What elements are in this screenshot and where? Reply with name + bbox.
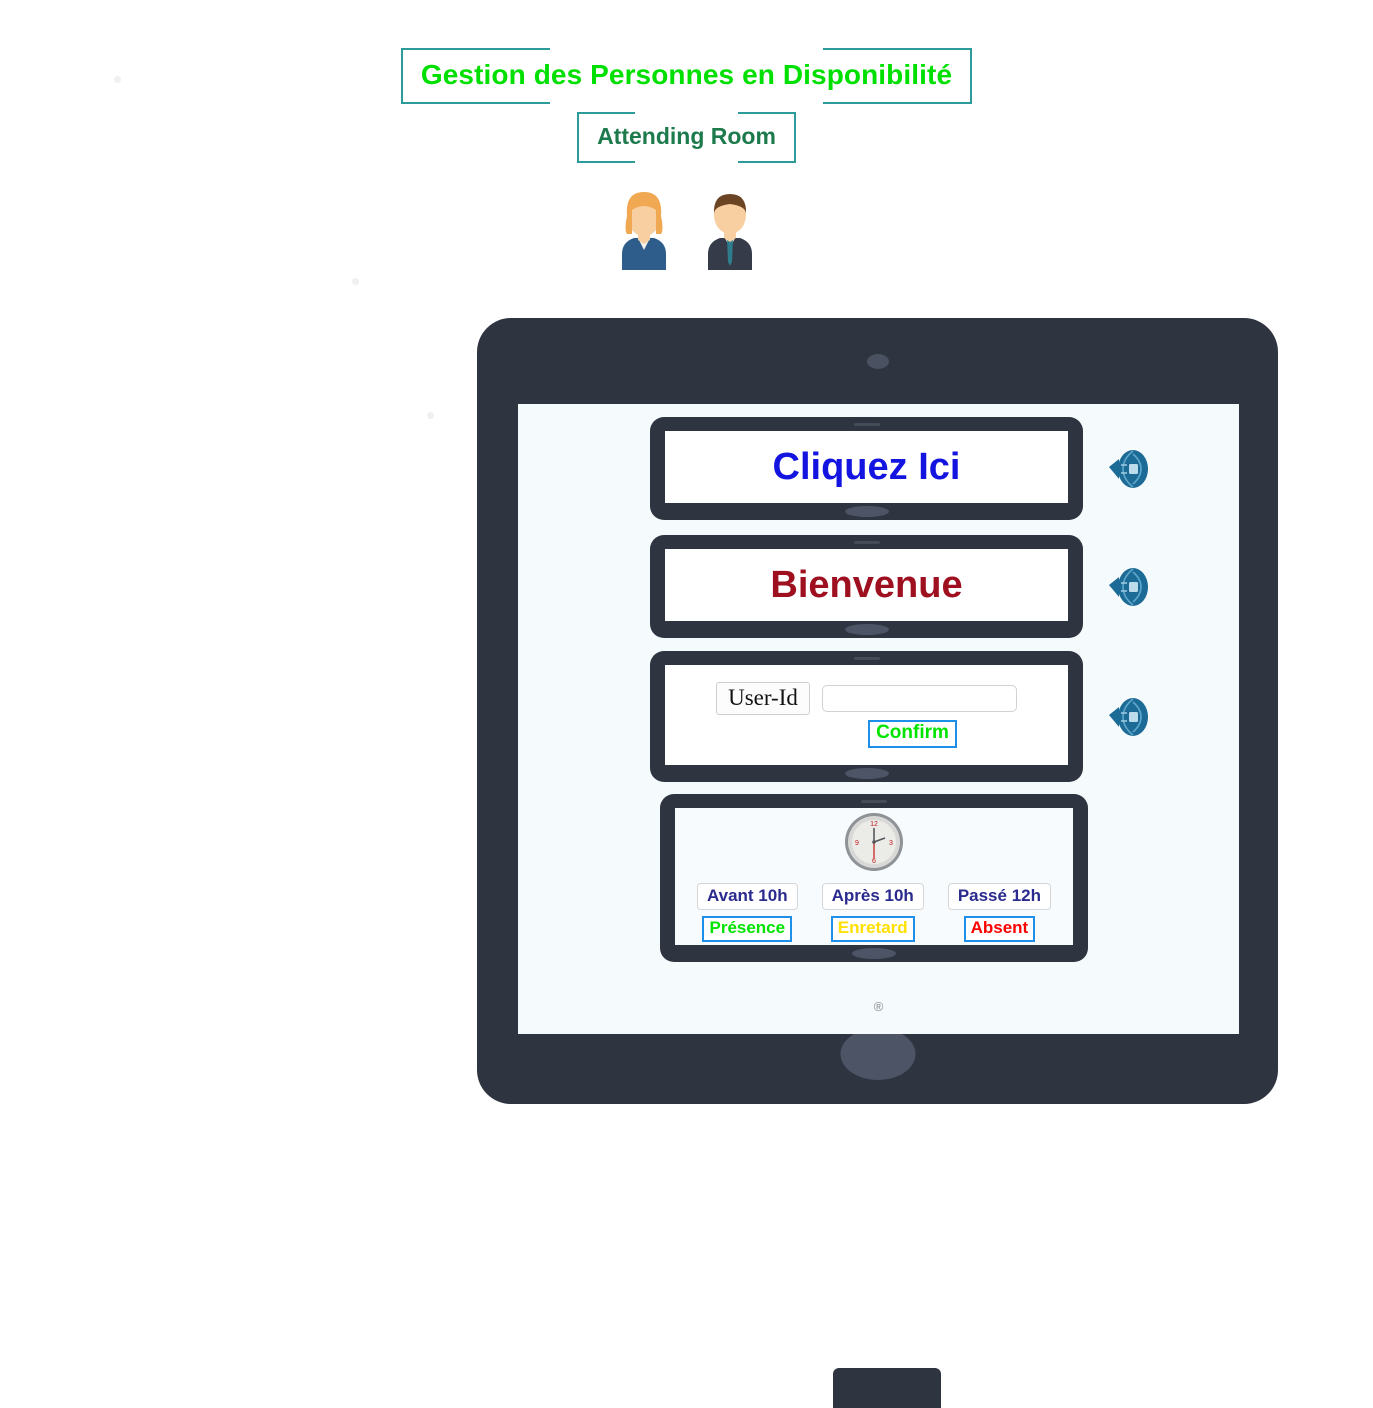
speaker-slit-icon — [853, 541, 880, 544]
bienvenue-label: Bienvenue — [770, 563, 963, 606]
attendance-frame: 12 3 6 9 Avant 10h Présence Après 10h En… — [660, 794, 1088, 962]
home-nub-icon — [844, 768, 889, 779]
userid-label: User-Id — [716, 682, 810, 716]
background-speck — [352, 278, 359, 285]
status-column: Avant 10h Présence — [696, 883, 798, 942]
card-row-login: User-Id Confirm — [650, 651, 1151, 782]
attendance-status-grid: Avant 10h Présence Après 10h Enretard Pa… — [696, 883, 1051, 942]
page-subtitle-box: Attending Room — [577, 111, 796, 164]
page-subtitle-container: Attending Room — [0, 111, 1373, 164]
tablet-camera-icon — [866, 354, 889, 369]
page-title-container: Gestion des Personnes en Disponibilité — [0, 47, 1373, 105]
cliquez-ici-frame[interactable]: Cliquez Ici — [650, 417, 1083, 520]
svg-text:3: 3 — [889, 840, 893, 847]
page-subtitle: Attending Room — [597, 123, 776, 149]
home-nub-icon — [852, 948, 896, 959]
speaker-slit-icon — [861, 800, 887, 803]
tablet-screen: Cliquez Ici Bienvenue User-Id Confirm 12… — [518, 404, 1239, 1034]
card-row-attendance: 12 3 6 9 Avant 10h Présence Après 10h En… — [660, 794, 1088, 962]
time-chip-passe-12h[interactable]: Passé 12h — [947, 883, 1051, 911]
next-device-partial — [833, 1368, 941, 1408]
speaker-slit-icon — [853, 423, 880, 426]
time-chip-avant-10h[interactable]: Avant 10h — [696, 883, 798, 911]
attendance-screen: 12 3 6 9 Avant 10h Présence Après 10h En… — [675, 808, 1073, 945]
home-nub-icon — [844, 624, 889, 635]
registered-trademark-mark: ® — [873, 999, 884, 1014]
confirm-row: Confirm — [776, 720, 957, 748]
cliquez-ici-screen: Cliquez Ici — [665, 431, 1068, 503]
speaker-icon[interactable] — [1107, 563, 1151, 611]
svg-text:6: 6 — [872, 858, 876, 865]
bienvenue-frame[interactable]: Bienvenue — [650, 535, 1083, 638]
card-row-bienvenue: Bienvenue — [650, 535, 1151, 638]
home-nub-icon — [844, 506, 889, 517]
speaker-slit-icon — [853, 657, 880, 660]
bienvenue-screen: Bienvenue — [665, 549, 1068, 621]
state-chip-absent[interactable]: Absent — [963, 916, 1036, 942]
analog-clock-icon: 12 3 6 9 — [845, 813, 903, 872]
confirm-button[interactable]: Confirm — [868, 720, 957, 748]
status-column: Passé 12h Absent — [947, 883, 1051, 942]
login-screen: User-Id Confirm — [665, 665, 1068, 765]
svg-text:12: 12 — [870, 821, 878, 828]
status-column: Après 10h Enretard — [821, 883, 924, 942]
business-woman-avatar — [621, 192, 666, 270]
tablet-device: Cliquez Ici Bienvenue User-Id Confirm 12… — [477, 318, 1278, 1104]
tablet-home-button[interactable] — [840, 1028, 915, 1080]
svg-text:9: 9 — [855, 840, 859, 847]
time-chip-apres-10h[interactable]: Après 10h — [821, 883, 924, 911]
page-title-box: Gestion des Personnes en Disponibilité — [400, 47, 973, 105]
business-man-avatar — [707, 194, 752, 270]
login-frame: User-Id Confirm — [650, 651, 1083, 782]
page-title: Gestion des Personnes en Disponibilité — [420, 59, 953, 90]
card-row-cliquez-ici: Cliquez Ici — [650, 417, 1151, 520]
speaker-icon[interactable] — [1107, 445, 1151, 493]
userid-row: User-Id — [716, 682, 1017, 716]
state-chip-presence[interactable]: Présence — [702, 916, 793, 942]
cliquez-ici-label: Cliquez Ici — [772, 445, 961, 488]
speaker-icon[interactable] — [1107, 693, 1151, 741]
state-chip-enretard[interactable]: Enretard — [830, 916, 915, 942]
userid-input[interactable] — [821, 685, 1017, 713]
background-speck — [427, 412, 434, 419]
avatar-group — [0, 182, 1373, 270]
